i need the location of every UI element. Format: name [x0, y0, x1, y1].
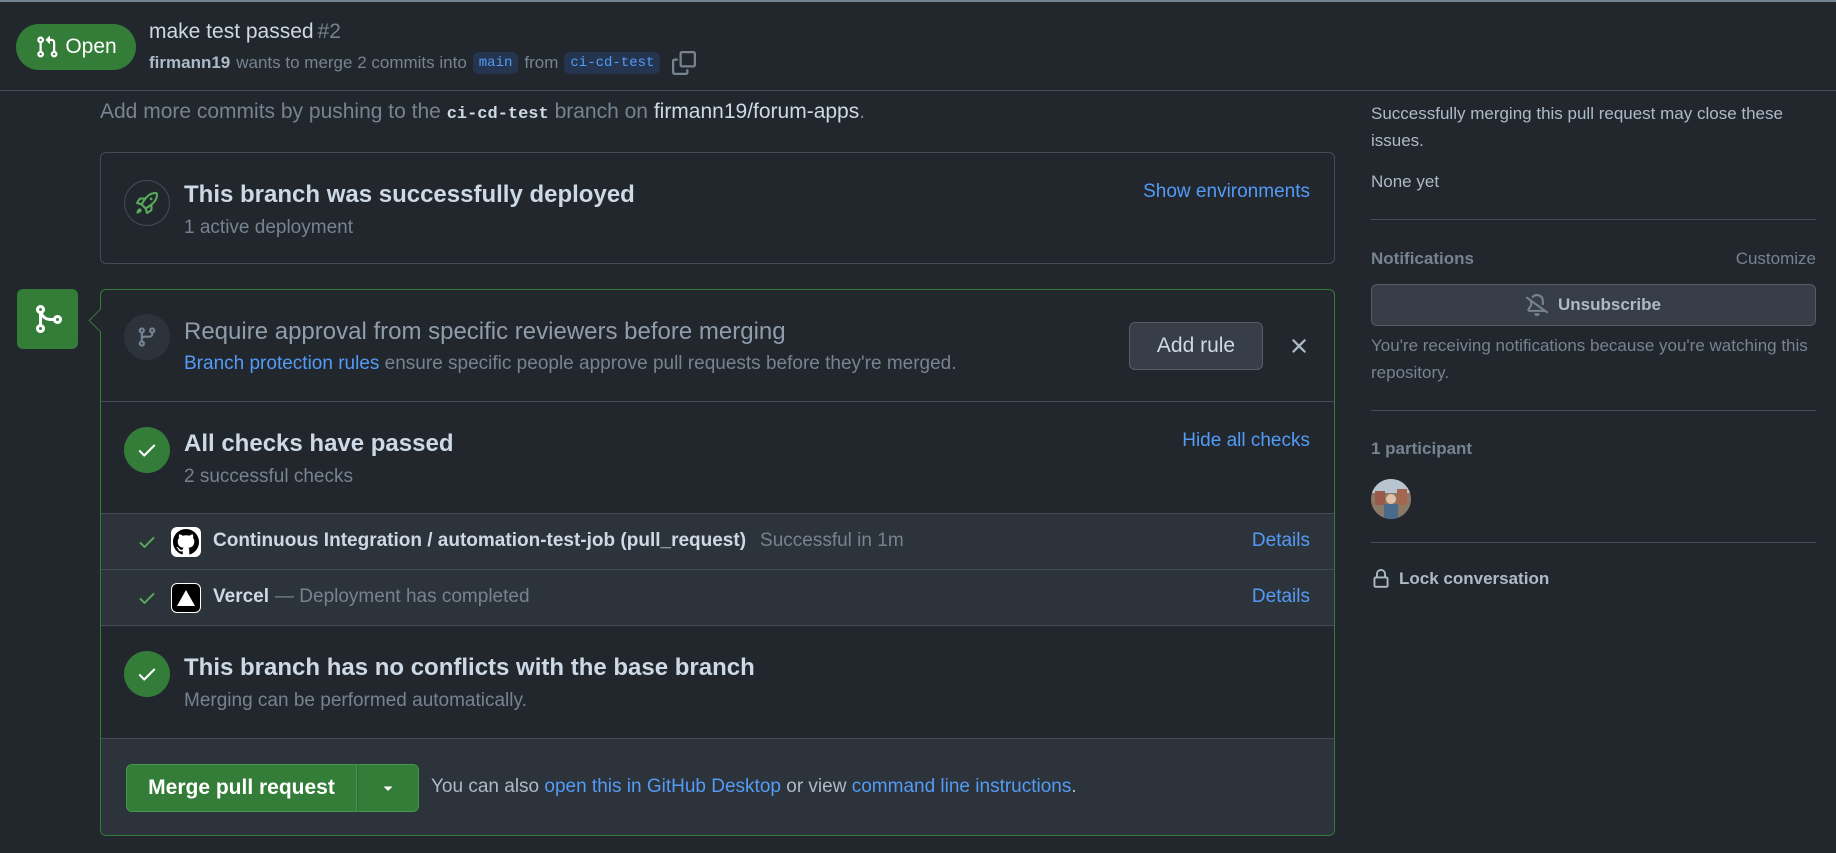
- git-merge-icon-badge: [17, 289, 78, 349]
- bell-slash-icon: [1526, 294, 1548, 316]
- check-details-link[interactable]: Details: [1252, 586, 1310, 608]
- sidebar-divider: [1371, 410, 1816, 411]
- approval-text: ensure specific people approve pull requ…: [384, 353, 957, 374]
- pr-meta: firmann19 wants to merge 2 commits into …: [149, 51, 697, 75]
- hint-repo-link[interactable]: firmann19/forum-apps: [654, 100, 859, 123]
- participants-heading: 1 participant: [1371, 439, 1473, 458]
- show-environments-link[interactable]: Show environments: [1143, 181, 1310, 203]
- unsubscribe-label: Unsubscribe: [1558, 295, 1661, 314]
- check-status: Successful in 1m: [760, 530, 904, 551]
- hide-all-checks-link[interactable]: Hide all checks: [1182, 430, 1310, 452]
- conflicts-subtitle: Merging can be performed automatically.: [184, 690, 527, 711]
- conflicts-section: This branch has no conflicts with the ba…: [101, 626, 1334, 739]
- check-row: Continuous Integration / automation-test…: [101, 514, 1334, 570]
- push-hint: Add more commits by pushing to the ci-cd…: [100, 100, 865, 124]
- pr-state-badge: Open: [16, 24, 136, 70]
- pr-header: Open make test passed #2 firmann19 wants …: [0, 2, 1836, 91]
- command-line-link[interactable]: command line instructions: [852, 776, 1072, 797]
- git-pull-request-icon: [37, 35, 58, 58]
- check-status: — Deployment has completed: [275, 586, 530, 607]
- pr-merge-text: wants to merge 2 commits into: [236, 53, 467, 72]
- footer-prefix: You can also: [431, 776, 540, 797]
- hint-branch: ci-cd-test: [446, 105, 549, 124]
- deployment-title: This branch was successfully deployed: [184, 181, 635, 208]
- base-branch-chip[interactable]: main: [472, 52, 519, 74]
- check-icon: [138, 444, 156, 457]
- check-icon: [139, 593, 155, 604]
- rocket-icon: [136, 192, 158, 214]
- checks-section: All checks have passed 2 successful chec…: [101, 402, 1334, 514]
- conflicts-title: This branch has no conflicts with the ba…: [184, 654, 755, 681]
- pr-title-text: make test passed: [149, 20, 314, 43]
- triangle-down-icon: [383, 786, 393, 791]
- pr-number: #2: [317, 20, 341, 43]
- git-branch-icon: [138, 327, 156, 347]
- branch-icon-wrapper: [124, 314, 170, 360]
- pr-state-label: Open: [65, 35, 117, 58]
- lock-icon: [1373, 569, 1389, 588]
- check-icon: [139, 537, 155, 548]
- check-details-link[interactable]: Details: [1252, 530, 1310, 552]
- pr-from-text: from: [524, 53, 559, 72]
- github-desktop-link[interactable]: open this in GitHub Desktop: [544, 776, 781, 797]
- check-circle-icon-wrapper: [124, 651, 170, 697]
- vercel-icon: [171, 583, 201, 613]
- footer-middle: or view: [786, 776, 847, 797]
- merge-button-group: Merge pull request: [126, 764, 419, 812]
- sidebar-divider: [1371, 219, 1816, 220]
- lock-conversation-label: Lock conversation: [1399, 569, 1550, 588]
- add-rule-button[interactable]: Add rule: [1129, 322, 1263, 370]
- notifications-heading: Notifications: [1371, 249, 1474, 268]
- pr-author-link[interactable]: firmann19: [149, 53, 230, 73]
- linked-issues-text: Successfully merging this pull request m…: [1371, 104, 1783, 150]
- participant-avatar[interactable]: [1371, 479, 1411, 519]
- checks-title: All checks have passed: [184, 430, 454, 457]
- approval-description: Branch protection rules ensure specific …: [184, 353, 957, 375]
- merge-box: Require approval from specific reviewers…: [100, 289, 1335, 836]
- notifications-reason: You're receiving notifications because y…: [1371, 336, 1808, 382]
- copy-icon[interactable]: [672, 51, 697, 75]
- merge-pull-request-button[interactable]: Merge pull request: [126, 764, 357, 812]
- check-name-text: Vercel: [213, 586, 269, 607]
- merge-options-dropdown[interactable]: [357, 764, 419, 812]
- lock-conversation-button[interactable]: Lock conversation: [1371, 568, 1549, 590]
- customize-link[interactable]: Customize: [1736, 249, 1816, 269]
- close-icon[interactable]: [1287, 334, 1311, 358]
- git-merge-icon: [35, 305, 62, 333]
- unsubscribe-button[interactable]: Unsubscribe: [1371, 284, 1816, 326]
- hint-middle: branch on: [554, 100, 648, 123]
- check-name: Vercel — Deployment has completed: [213, 586, 530, 608]
- github-actions-icon: [171, 527, 201, 557]
- deployment-subtitle: 1 active deployment: [184, 217, 353, 238]
- check-icon: [138, 668, 156, 681]
- head-branch-chip[interactable]: ci-cd-test: [564, 52, 661, 74]
- sidebar-divider: [1371, 542, 1816, 543]
- footer-suffix: .: [1071, 776, 1077, 797]
- hint-suffix: .: [859, 100, 866, 123]
- check-row: Vercel — Deployment has completed Details: [101, 570, 1334, 626]
- merge-footer-text: You can also open this in GitHub Desktop…: [431, 776, 1077, 798]
- pr-title: make test passed #2: [149, 20, 341, 44]
- deployment-box: This branch was successfully deployed 1 …: [100, 152, 1335, 264]
- check-name-text: Continuous Integration / automation-test…: [213, 530, 747, 551]
- rocket-icon-wrapper: [124, 180, 170, 226]
- check-circle-icon-wrapper: [124, 427, 170, 473]
- hint-prefix: Add more commits by pushing to the: [100, 100, 441, 123]
- approval-title: Require approval from specific reviewers…: [184, 318, 786, 345]
- merge-footer: Merge pull request You can also open thi…: [101, 739, 1334, 835]
- checks-subtitle: 2 successful checks: [184, 466, 353, 487]
- check-name: Continuous Integration / automation-test…: [213, 530, 904, 552]
- linked-issues-value: None yet: [1371, 172, 1440, 191]
- branch-protection-link[interactable]: Branch protection rules: [184, 353, 379, 374]
- approval-section: Require approval from specific reviewers…: [101, 290, 1334, 402]
